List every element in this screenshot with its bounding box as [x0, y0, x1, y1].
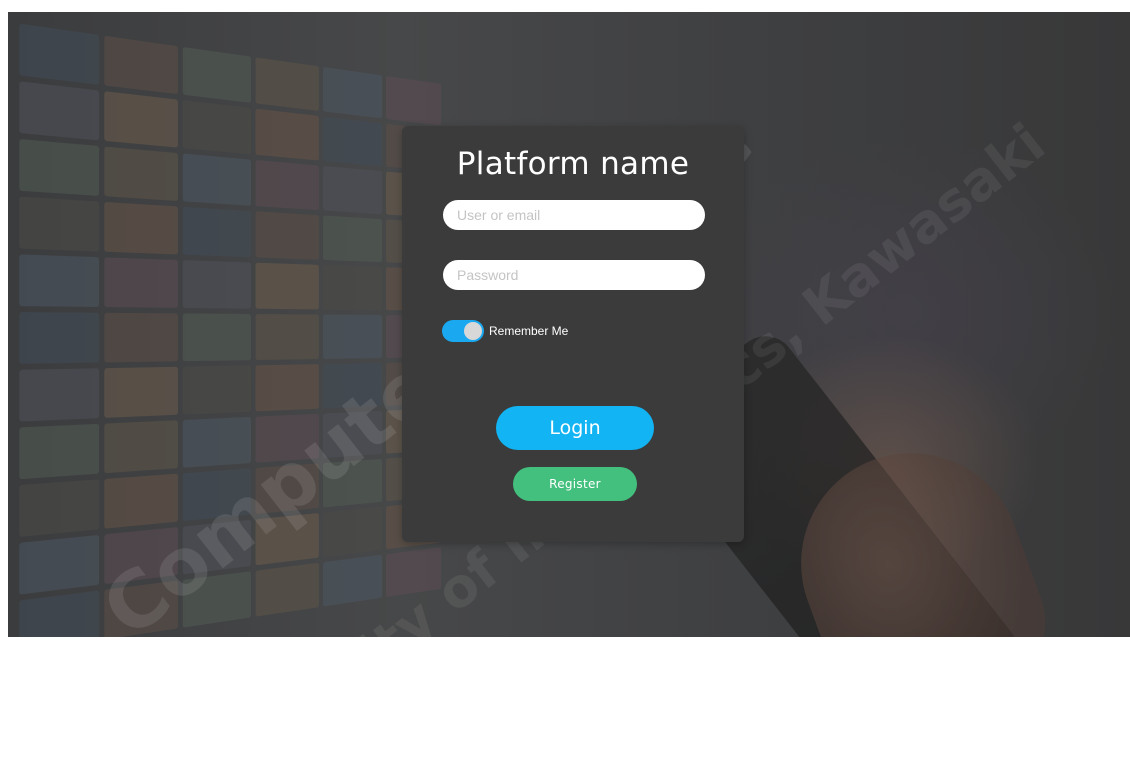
tv-tile [323, 459, 382, 508]
tv-tile [104, 36, 178, 94]
tv-tile [19, 535, 99, 595]
register-button[interactable]: Register [513, 467, 637, 501]
tv-tile [104, 367, 178, 418]
user-email-input[interactable] [443, 200, 705, 230]
tv-tile [183, 417, 251, 468]
tv-tile [183, 365, 251, 414]
tv-tile [255, 414, 318, 463]
tv-tile [255, 513, 318, 565]
tv-tile [255, 57, 318, 111]
tv-tile [183, 313, 251, 361]
tv-tile [104, 581, 178, 637]
tv-tile [323, 166, 382, 214]
tv-tile [255, 364, 318, 411]
tv-tile [323, 315, 382, 359]
tv-tile [19, 254, 99, 307]
tv-tile [323, 411, 382, 458]
login-card: Platform name Remember Me Login Register [402, 126, 744, 542]
tv-tile [323, 363, 382, 409]
tv-tile [255, 160, 318, 210]
tv-tile [183, 571, 251, 627]
tv-tile [19, 81, 99, 140]
password-input[interactable] [443, 260, 705, 290]
tv-tile [255, 563, 318, 617]
tv-tile [323, 555, 382, 607]
toggle-knob [464, 322, 482, 340]
tv-tile [255, 109, 318, 161]
tv-tile [104, 257, 178, 307]
tv-tile [183, 207, 251, 257]
tv-tile [323, 507, 382, 557]
tv-tile [323, 67, 382, 118]
tv-tile [386, 547, 441, 597]
tv-tile [183, 154, 251, 206]
remember-me-label: Remember Me [489, 324, 568, 338]
tv-wall-collage [8, 12, 466, 637]
tv-tile [104, 91, 178, 147]
tv-tile [19, 368, 99, 421]
tv-tile [323, 216, 382, 263]
tv-tile [19, 479, 99, 537]
tv-tile [255, 263, 318, 310]
tv-tile [183, 260, 251, 309]
tv-tile [104, 147, 178, 201]
tv-tile [19, 424, 99, 479]
tv-tile [255, 314, 318, 360]
tv-tile [19, 590, 99, 637]
platform-title: Platform name [402, 146, 744, 182]
tv-tile [104, 313, 178, 363]
tv-tile [19, 139, 99, 196]
tv-tile [386, 76, 441, 125]
remember-me-row: Remember Me [442, 320, 568, 342]
tv-tile [323, 116, 382, 166]
tv-tile [183, 520, 251, 575]
tv-tile [19, 312, 99, 364]
login-button[interactable]: Login [496, 406, 654, 450]
tv-tile [19, 197, 99, 252]
tv-tile [104, 202, 178, 254]
tv-tile [104, 527, 178, 584]
tv-tile [255, 211, 318, 259]
tv-tile [183, 47, 251, 103]
tv-tile [255, 463, 318, 514]
tv-tile [183, 468, 251, 521]
tv-tile [19, 24, 99, 85]
tv-tile [183, 100, 251, 154]
remember-me-toggle[interactable] [442, 320, 484, 342]
tv-tile [323, 265, 382, 310]
tv-tile [104, 420, 178, 473]
tv-tile [104, 474, 178, 529]
